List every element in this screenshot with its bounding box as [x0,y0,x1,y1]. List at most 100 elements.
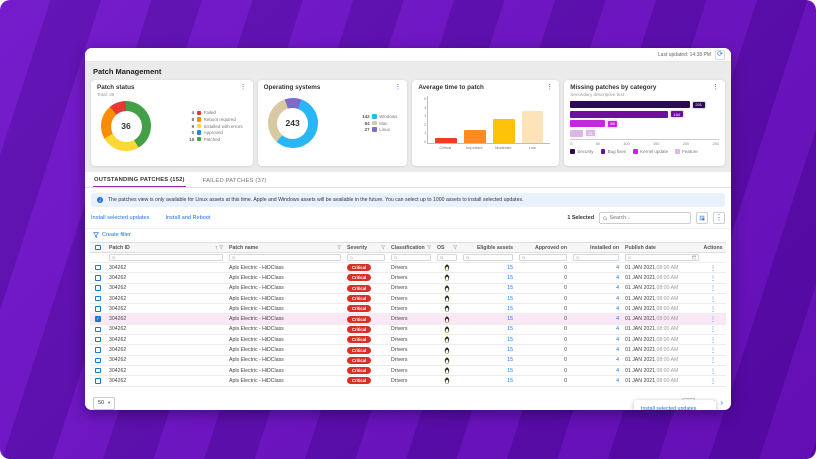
search-input[interactable] [609,215,687,221]
column-search-input[interactable] [398,255,428,260]
cell-eligible-assets[interactable]: 15 [460,326,516,332]
filter-icon[interactable] [426,245,432,250]
column-search-installed-on[interactable] [573,254,619,261]
cell-eligible-assets[interactable]: 15 [460,285,516,291]
menu-item-install-selected-updates[interactable]: Install selected updates [634,402,716,411]
install-selected-updates-link[interactable]: Install selected updates [91,215,149,221]
column-search-patch-name[interactable] [229,254,341,261]
col-header-installed-on[interactable]: Installed on [570,245,622,251]
cell-installed-on[interactable]: 4 [570,378,622,384]
row-actions-icon[interactable]: ⋮ [710,315,717,323]
row-checkbox[interactable]: ✓ [95,275,101,281]
column-search-input[interactable] [116,255,220,260]
page-size-select[interactable]: 50 ▾ [93,396,116,410]
column-search-publish-date[interactable] [625,254,699,261]
refresh-button[interactable]: ⟳ [715,49,725,60]
cell-installed-on[interactable]: 4 [570,306,622,312]
sort-asc-icon[interactable]: ↑ [215,245,218,251]
row-checkbox[interactable]: ✓ [95,285,101,291]
row-checkbox[interactable]: ✓ [95,336,101,343]
table-row[interactable]: ✓ 304262 Apls Electric - HiDClass Critic… [90,273,726,284]
col-header-approved-on[interactable]: Approved on [516,245,570,251]
filter-icon[interactable] [452,245,458,250]
col-header-eligible-assets[interactable]: Eligible assets [460,245,516,251]
cell-eligible-assets[interactable]: 15 [460,265,516,271]
row-checkbox[interactable]: ✓ [95,264,101,271]
row-actions-icon[interactable]: ⋮ [710,367,717,375]
cell-installed-on[interactable]: 4 [570,347,622,353]
calendar-icon[interactable] [691,255,697,260]
cell-eligible-assets[interactable]: 15 [460,296,516,302]
cell-installed-on[interactable]: 4 [570,337,622,343]
table-row[interactable]: ✓ 304262 Apls Electric - HiDClass Critic… [90,304,726,315]
card-menu-icon[interactable]: ⋮ [712,84,719,91]
cell-installed-on[interactable]: 4 [570,316,622,322]
row-actions-icon[interactable]: ⋮ [710,264,717,272]
cell-eligible-assets[interactable]: 15 [460,357,516,363]
card-menu-icon[interactable]: ⋮ [394,84,401,91]
row-actions-icon[interactable]: ⋮ [710,377,717,385]
col-header-severity[interactable]: Severity [344,245,388,251]
row-checkbox[interactable]: ✓ [95,347,101,353]
table-row[interactable]: ✓ 304262 Apls Electric - HiDClass Critic… [90,293,726,305]
row-checkbox[interactable]: ✓ [95,295,101,302]
row-actions-icon[interactable]: ⋮ [710,356,717,364]
row-checkbox[interactable]: ✓ [95,357,101,364]
table-row[interactable]: ✓ 304262 Apls Electric - HiDClass Critic… [90,263,726,274]
column-search-input[interactable] [632,255,691,260]
column-settings-button[interactable] [696,212,708,224]
cell-eligible-assets[interactable]: 15 [460,316,516,322]
cell-installed-on[interactable]: 4 [570,296,622,302]
tab-failed-patches[interactable]: FAILED PATCHES (37) [202,174,268,188]
create-filter-link[interactable]: Create filter [102,232,131,238]
row-actions-icon[interactable]: ⋮ [710,336,717,344]
row-checkbox[interactable]: ✓ [95,367,101,374]
cell-installed-on[interactable]: 4 [570,368,622,374]
card-menu-icon[interactable]: ⋮ [240,84,247,91]
table-row[interactable]: ✓ 304262 Apls Electric - HiDClass Critic… [90,335,726,346]
col-header-classification[interactable]: Classification [388,245,434,251]
column-search-approved-on[interactable] [519,254,567,261]
column-search-input[interactable] [354,255,382,260]
column-search-input[interactable] [236,255,338,260]
row-actions-icon[interactable]: ⋮ [710,284,717,292]
filter-icon[interactable] [218,245,224,250]
table-row[interactable]: ✓ 304262 Apls Electric - HiDClass Critic… [90,283,726,294]
column-search-patch-id[interactable] [109,254,223,261]
cell-installed-on[interactable]: 4 [570,285,622,291]
column-search-input[interactable] [526,255,564,260]
card-menu-icon[interactable]: ⋮ [546,84,553,91]
cell-eligible-assets[interactable]: 15 [460,368,516,374]
col-header-patch-name[interactable]: Patch name [226,245,344,251]
table-row[interactable]: ✓ 304262 Apls Electric - HiDClass Critic… [90,365,726,377]
tab-outstanding-patches[interactable]: OUTSTANDING PATCHES (152) [93,173,186,187]
column-search-input[interactable] [580,255,616,260]
cell-installed-on[interactable]: 4 [570,357,622,363]
column-search-classification[interactable] [391,254,431,261]
cell-installed-on[interactable]: 4 [570,275,622,281]
row-checkbox[interactable]: ✓ [95,316,101,322]
col-header-publish-date[interactable]: Publish date [622,245,702,251]
col-header-patch-id[interactable]: Patch ID ↑ [106,245,226,251]
row-actions-icon[interactable]: ⋮ [710,325,717,333]
column-search-os[interactable] [437,254,457,261]
row-checkbox[interactable]: ✓ [95,326,101,333]
filter-icon[interactable] [336,245,342,250]
cell-installed-on[interactable]: 4 [570,265,622,271]
cell-eligible-assets[interactable]: 15 [460,306,516,312]
row-actions-icon[interactable]: ⋮ [710,346,717,354]
column-search-eligible-assets[interactable] [463,254,513,261]
install-and-reboot-link[interactable]: Install and Reboot [165,215,210,221]
row-checkbox[interactable]: ✓ [95,378,101,384]
column-search-severity[interactable] [347,254,385,261]
select-all-checkbox[interactable]: ✓ [95,244,101,251]
row-actions-icon[interactable]: ⋮ [710,305,717,313]
table-row[interactable]: ✓ 304262 Apls Electric - HiDClass Critic… [90,314,726,325]
table-more-button[interactable]: ⋮ [713,212,725,224]
cell-eligible-assets[interactable]: 15 [460,275,516,281]
table-row[interactable]: ✓ 304262 Apls Electric - HiDClass Critic… [90,355,726,366]
table-search[interactable] [599,212,691,224]
cell-installed-on[interactable]: 4 [570,326,622,332]
col-header-os[interactable]: OS [434,245,460,251]
filter-icon[interactable] [380,245,386,250]
